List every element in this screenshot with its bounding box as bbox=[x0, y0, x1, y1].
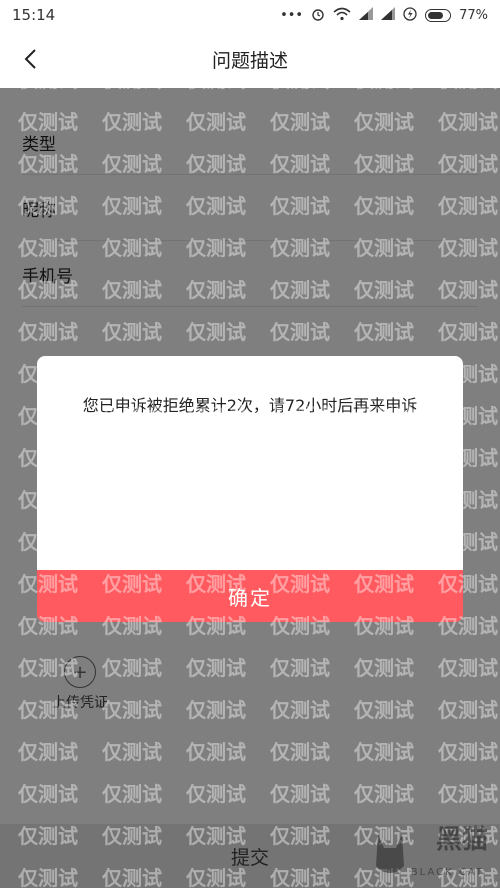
logo-text: 黑猫 bbox=[435, 825, 488, 855]
battery-icon bbox=[425, 8, 452, 22]
logo-subtext: BLACK CAT bbox=[410, 867, 484, 878]
signal-icon bbox=[359, 7, 374, 23]
signal-icon bbox=[381, 7, 396, 23]
battery-percent: 77% bbox=[459, 7, 488, 23]
status-time: 15:14 bbox=[12, 6, 56, 24]
charging-icon bbox=[403, 6, 417, 24]
alarm-icon bbox=[311, 7, 325, 24]
page-title: 问题描述 bbox=[211, 49, 288, 72]
status-bar: 15:14 ••• 77% bbox=[0, 0, 500, 30]
wifi-icon bbox=[333, 7, 351, 24]
alert-dialog: 您已申诉被拒绝累计2次，请72小时后再来申诉 确定 bbox=[37, 356, 463, 622]
nav-bar: 问题描述 bbox=[0, 30, 500, 88]
more-dots-icon: ••• bbox=[280, 7, 304, 23]
chevron-left-icon[interactable] bbox=[14, 42, 48, 76]
confirm-button[interactable]: 确定 bbox=[37, 570, 463, 622]
status-icons: ••• 77% bbox=[280, 6, 488, 24]
dialog-message: 您已申诉被拒绝累计2次，请72小时后再来申诉 bbox=[82, 396, 418, 415]
black-cat-logo: 黑猫 BLACK CAT bbox=[370, 822, 494, 886]
